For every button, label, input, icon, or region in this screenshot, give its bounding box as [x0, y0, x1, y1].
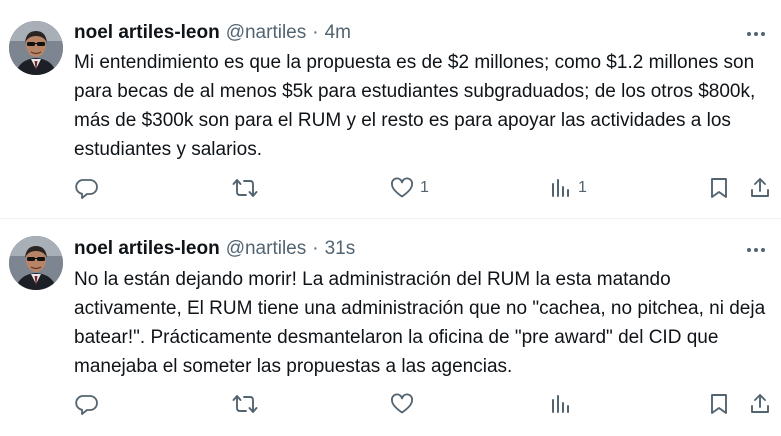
separator-dot: · [312, 22, 319, 43]
separator-dot: · [312, 238, 319, 259]
like-button[interactable] [390, 389, 420, 419]
tweet-text: Mi entendimiento es que la propuesta es … [74, 52, 756, 160]
action-bar: 1 1 [74, 173, 781, 203]
more-icon[interactable] [743, 24, 769, 44]
views-icon [552, 395, 569, 413]
author-name[interactable]: noel artiles-leon [74, 22, 220, 44]
repost-button[interactable] [232, 389, 258, 419]
timestamp[interactable]: 31s [325, 238, 356, 260]
heart-icon [391, 393, 413, 414]
bookmark-icon [711, 394, 727, 414]
bookmark-icon [711, 178, 727, 198]
author-handle[interactable]: @nartiles [226, 238, 307, 260]
bookmark-button[interactable] [708, 173, 730, 203]
tweet[interactable]: noel artiles-leon @nartiles · 4m Mi ente… [0, 0, 781, 218]
reply-button[interactable] [74, 173, 98, 203]
timestamp[interactable]: 4m [325, 22, 351, 44]
tweet-text: No la están dejando morir! La administra… [74, 269, 766, 377]
avatar[interactable] [9, 21, 63, 75]
avatar[interactable] [9, 236, 63, 290]
bookmark-button[interactable] [708, 389, 730, 419]
share-button[interactable] [749, 173, 771, 203]
author-name[interactable]: noel artiles-leon [74, 238, 220, 260]
tweet[interactable]: noel artiles-leon @nartiles · 31s No la … [0, 219, 781, 436]
share-icon [751, 178, 769, 197]
reply-icon [75, 179, 98, 199]
reply-icon [75, 395, 98, 415]
action-bar [74, 389, 781, 419]
repost-icon [232, 395, 258, 413]
like-button[interactable]: 1 [390, 173, 429, 203]
avatar-image [9, 21, 63, 75]
author-handle[interactable]: @nartiles [226, 22, 307, 44]
views-button[interactable] [550, 389, 578, 419]
share-icon [751, 394, 769, 413]
view-count: 1 [578, 179, 587, 196]
repost-icon [232, 179, 258, 197]
heart-icon [391, 177, 413, 198]
avatar-image [9, 236, 63, 290]
more-icon[interactable] [743, 240, 769, 260]
like-count: 1 [420, 179, 429, 196]
views-button[interactable]: 1 [550, 173, 587, 203]
repost-button[interactable] [232, 173, 258, 203]
share-button[interactable] [749, 389, 771, 419]
views-icon [552, 179, 569, 197]
reply-button[interactable] [74, 389, 98, 419]
